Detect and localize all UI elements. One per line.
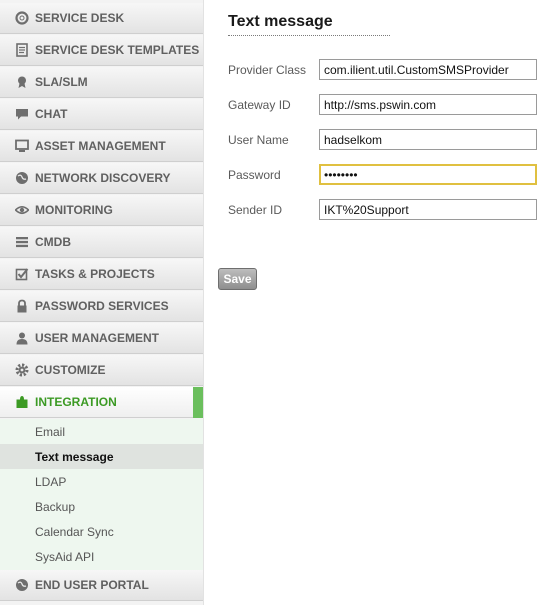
submenu-item-backup[interactable]: Backup (0, 494, 203, 519)
active-indicator (193, 387, 203, 418)
save-button[interactable]: Save (218, 268, 257, 290)
sidebar-item-label: INTEGRATION (35, 395, 117, 409)
sidebar-item-label: SLA/SLM (35, 75, 88, 89)
globe-icon (15, 171, 29, 185)
sidebar-item-label: TASKS & PROJECTS (35, 267, 155, 281)
sidebar-item-label: CHAT (35, 107, 68, 121)
sidebar-item-monitoring[interactable]: MONITORING (0, 195, 203, 226)
main-content: Text message Provider Class Gateway ID U… (204, 0, 548, 605)
sidebar-item-password-services[interactable]: PASSWORD SERVICES (0, 291, 203, 322)
sidebar-item-customize[interactable]: CUSTOMIZE (0, 355, 203, 386)
sidebar-item-asset-management[interactable]: ASSET MANAGEMENT (0, 131, 203, 162)
sidebar-item-label: ASSET MANAGEMENT (35, 139, 166, 153)
submenu-item-ldap[interactable]: LDAP (0, 469, 203, 494)
submenu-item-sysaid-api[interactable]: SysAid API (0, 544, 203, 569)
puzzle-icon (15, 395, 29, 409)
sidebar-item-integration[interactable]: INTEGRATION (0, 387, 203, 418)
sidebar-item-label: SERVICE DESK (35, 11, 125, 25)
gear-icon (15, 363, 29, 377)
gateway-id-label: Gateway ID (228, 98, 291, 112)
sidebar-item-sla-slm[interactable]: SLA/SLM (0, 67, 203, 98)
user-icon (15, 331, 29, 345)
checkbox-icon (15, 267, 29, 281)
sender-id-label: Sender ID (228, 203, 283, 217)
eye-icon (15, 203, 29, 217)
submenu-item-text-message[interactable]: Text message (0, 444, 203, 469)
page-title: Text message (228, 13, 333, 30)
user-name-input[interactable] (319, 129, 537, 150)
sidebar-item-service-desk[interactable]: SERVICE DESK (0, 3, 203, 34)
sidebar-item-label: SERVICE DESK TEMPLATES (35, 43, 200, 57)
sidebar-item-chat[interactable]: CHAT (0, 99, 203, 130)
sidebar-item-label: CMDB (35, 235, 71, 249)
list-icon (15, 235, 29, 249)
sidebar-item-tasks-projects[interactable]: TASKS & PROJECTS (0, 259, 203, 290)
sidebar-item-label: USER MANAGEMENT (35, 331, 160, 345)
sidebar-item-service-desk-templates[interactable]: SERVICE DESK TEMPLATES (0, 35, 203, 66)
gateway-id-input[interactable] (319, 94, 537, 115)
sender-id-input[interactable] (319, 199, 537, 220)
sidebar-item-network-discovery[interactable]: NETWORK DISCOVERY (0, 163, 203, 194)
lock-icon (15, 299, 29, 313)
sidebar-item-user-management[interactable]: USER MANAGEMENT (0, 323, 203, 354)
chat-bubble-icon (15, 107, 29, 121)
title-underline (228, 35, 390, 36)
sidebar-item-label: NETWORK DISCOVERY (35, 171, 171, 185)
sidebar: SERVICE DESK SERVICE DESK TEMPLATES SLA/… (0, 0, 204, 605)
password-input[interactable] (319, 164, 537, 185)
integration-submenu: Email Text message LDAP Backup Calendar … (0, 419, 203, 571)
password-label: Password (228, 168, 281, 182)
badge-icon (15, 75, 29, 89)
globe-icon (15, 578, 29, 592)
monitor-icon (15, 139, 29, 153)
user-name-label: User Name (228, 133, 289, 147)
provider-class-input[interactable] (319, 59, 537, 80)
sidebar-item-label: PASSWORD SERVICES (35, 299, 169, 313)
sidebar-item-label: CUSTOMIZE (35, 363, 106, 377)
submenu-item-calendar-sync[interactable]: Calendar Sync (0, 519, 203, 544)
template-icon (15, 43, 29, 57)
provider-class-label: Provider Class (228, 63, 307, 77)
submenu-item-email[interactable]: Email (0, 419, 203, 444)
sidebar-item-label: MONITORING (35, 203, 113, 217)
sidebar-item-end-user-portal[interactable]: END USER PORTAL (0, 570, 203, 601)
sidebar-item-cmdb[interactable]: CMDB (0, 227, 203, 258)
sidebar-item-label: END USER PORTAL (35, 578, 149, 592)
lifebuoy-icon (15, 11, 29, 25)
